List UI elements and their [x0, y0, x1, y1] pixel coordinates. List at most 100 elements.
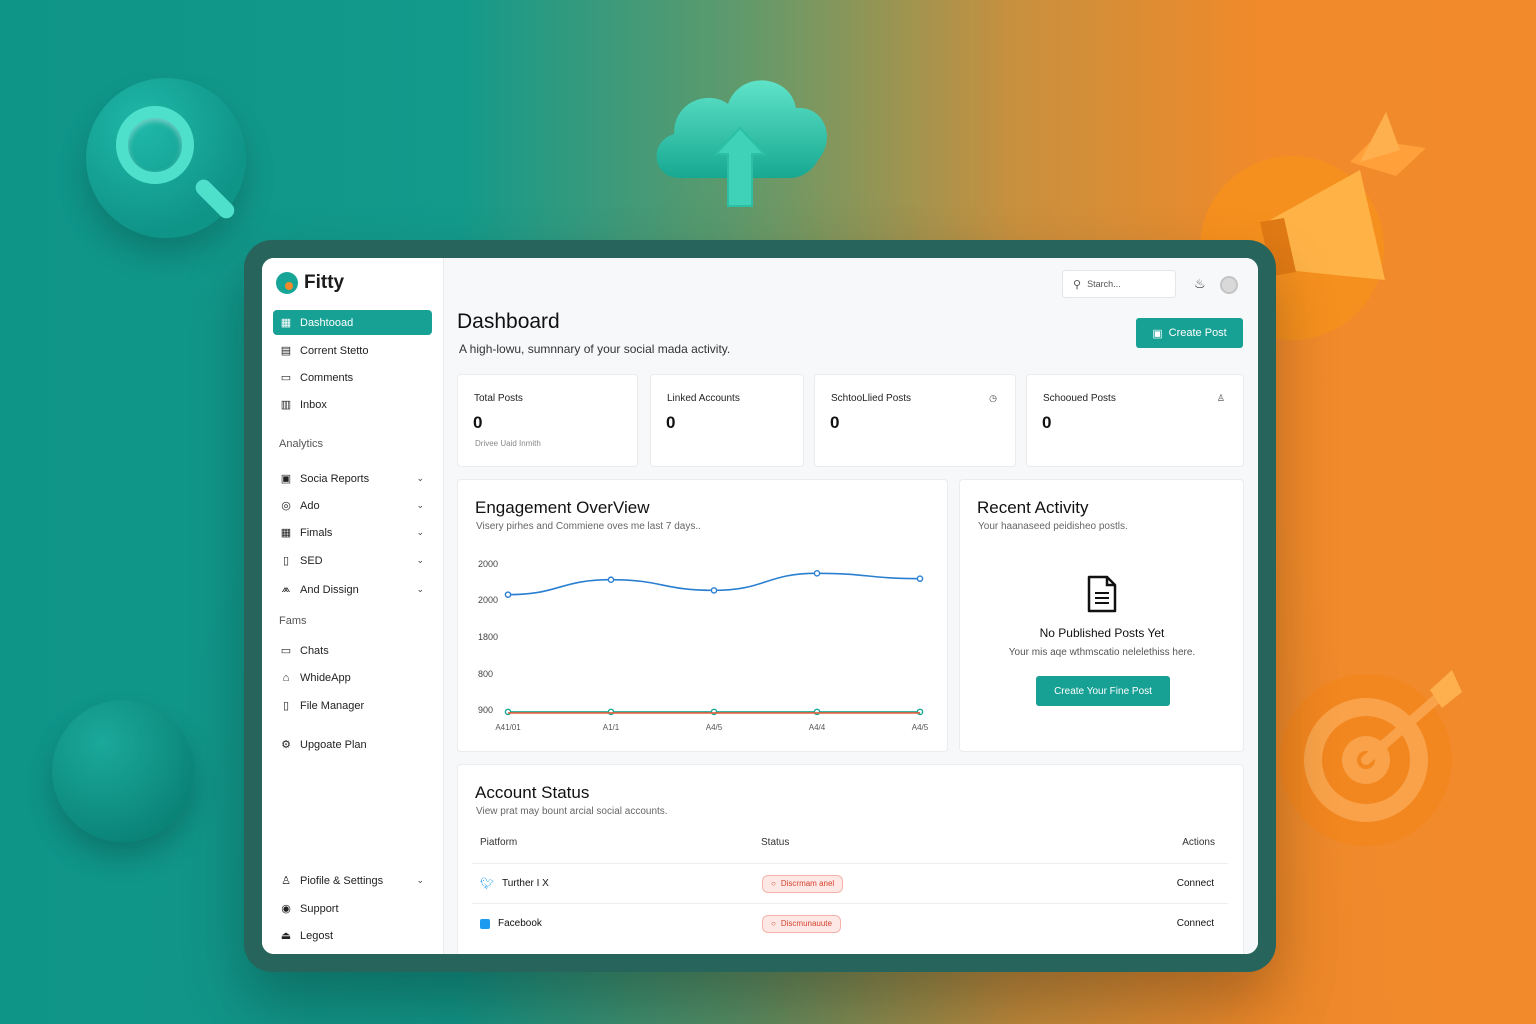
sidebar-item-inbox[interactable]: ▥ Inbox [273, 392, 432, 417]
table-row: Facebook ○ Discmunauute Connect [472, 903, 1228, 943]
avatar[interactable] [1220, 276, 1238, 294]
dashboard-icon: ▦ [280, 317, 292, 329]
data-point[interactable] [607, 576, 615, 584]
file-icon: ▯ [282, 700, 290, 712]
x-tick-label: A4/5 [706, 723, 723, 732]
sidebar-item-profile-settings[interactable]: ♙ Piofile & Settings ⌄ [273, 868, 432, 893]
data-point[interactable] [916, 575, 924, 582]
page-title: Dashboard [457, 310, 560, 333]
sidebar-item-logout[interactable]: ⏏ Legost [273, 923, 432, 948]
sidebar-item-comments[interactable]: ▭ Comments [273, 365, 432, 390]
sidebar-item-label: File Manager [300, 699, 365, 712]
create-post-button[interactable]: ▣ Create Post [1136, 318, 1243, 348]
sidebar-item-label: Socia Reports [300, 472, 370, 485]
search-decoration-icon [86, 78, 246, 238]
stat-card-scheduled-posts: SchtooLlied Posts ◷ 0 [814, 374, 1016, 467]
sidebar-item-label: Fimals [300, 526, 333, 539]
empty-state-title: No Published Posts Yet [1039, 626, 1165, 640]
sidebar-item-fimals[interactable]: ▦ Fimals ⌄ [273, 520, 432, 545]
data-point[interactable] [710, 587, 718, 594]
empty-state-subtitle: Your mis aqe wthmscatio nelelethiss here… [1008, 647, 1196, 658]
design-icon: ⩕ [281, 583, 291, 595]
fams-section-label: Fams [279, 615, 307, 627]
stat-value: 0 [1042, 413, 1052, 432]
connect-link[interactable]: Connect [1177, 878, 1214, 889]
sidebar-item-label: Legost [300, 929, 334, 942]
sidebar-item-content[interactable]: ▤ Corrent Stetto [273, 338, 432, 363]
search-icon: ⚲ [1073, 278, 1082, 291]
sidebar-item-design[interactable]: ⩕ And Dissign ⌄ [273, 577, 432, 602]
sidebar: Fitty ▦ Dashtooad ▤ Corrent Stetto ▭ Com… [262, 258, 444, 954]
column-header-status[interactable]: Status [761, 837, 789, 848]
clock-icon: ◷ [989, 393, 997, 403]
stat-card-linked-accounts: Linked Accounts 0 [650, 374, 804, 467]
sidebar-item-whideapp[interactable]: ⌂ WhideApp [273, 665, 432, 690]
x-tick-label: A1/1 [603, 723, 620, 732]
circle-decoration [52, 700, 194, 842]
report-icon: ▣ [280, 473, 292, 485]
app-icon: ⌂ [282, 671, 290, 684]
logout-icon: ⏏ [280, 930, 292, 942]
sidebar-item-social-reports[interactable]: ▣ Socia Reports ⌄ [273, 466, 432, 491]
x-tick-label: A4/4 [809, 723, 826, 732]
logo[interactable]: Fitty [276, 272, 344, 294]
connect-link[interactable]: Connect [1177, 918, 1214, 929]
sidebar-item-label: Dashtooad [300, 316, 354, 329]
sidebar-item-ads[interactable]: ◎ Ado ⌄ [273, 493, 432, 518]
sidebar-item-support[interactable]: ◉ Support [273, 896, 432, 921]
app-name: Fitty [304, 272, 345, 293]
sidebar-item-label: And Dissign [300, 583, 359, 596]
sidebar-item-file-manager[interactable]: ▯ File Manager [273, 693, 432, 718]
notification-icon[interactable]: ♨ [1194, 276, 1206, 292]
data-point[interactable] [504, 591, 512, 598]
x-tick-label: A41/01 [495, 723, 521, 732]
user-icon: ♙ [1216, 393, 1225, 403]
create-post-label: Create Post [1168, 327, 1227, 339]
sidebar-item-chats[interactable]: ▭ Chats [273, 638, 432, 663]
chevron-down-icon: ⌄ [416, 527, 424, 537]
content-icon: ▤ [280, 345, 292, 357]
sidebar-item-label: Ado [300, 499, 320, 512]
stat-card-total-posts: Total Posts 0 Drivee Uaid Inmith [457, 374, 638, 467]
status-text: Discrmam anel [780, 879, 835, 888]
upgrade-icon: ⚙ [281, 739, 291, 751]
sidebar-item-label: Corrent Stetto [300, 344, 369, 357]
page-subtitle: A high-lowu, sumnnary of your social mad… [459, 342, 731, 356]
analytics-section-label: Analytics [279, 438, 324, 450]
column-header-actions[interactable]: Actions [1182, 837, 1215, 848]
chevron-down-icon: ⌄ [416, 555, 424, 565]
chevron-down-icon: ⌄ [416, 875, 424, 885]
engagement-chart: 2000 2000 1800 800 900A41/01 A1/1 A4/5 A4/4 A4/5 [478, 559, 929, 732]
stat-value: 0 [473, 413, 483, 432]
column-header-platform[interactable]: Piatform [480, 837, 517, 848]
sidebar-item-upgrade[interactable]: ⚙ Upgoate Plan [273, 732, 432, 757]
ads-icon: ◎ [281, 500, 291, 512]
sidebar-item-sed[interactable]: ▯ SED ⌄ [273, 548, 432, 573]
create-first-post-button[interactable]: Create Your Fine Post [1036, 676, 1170, 706]
platform-name: Facebook [498, 918, 542, 929]
sidebar-item-dashboard[interactable]: ▦ Dashtooad [273, 310, 432, 335]
search-input[interactable]: ⚲ Starch... [1062, 270, 1176, 298]
platform-cell: Facebook [480, 918, 542, 929]
facebook-icon [480, 918, 490, 929]
account-status-subtitle: View prat may bount arcial social accoun… [476, 806, 668, 817]
table-row: 🐦︎ Turther I X ○ Discrmam anel Connect [472, 863, 1228, 903]
y-tick-label: 2000 [478, 559, 498, 569]
sidebar-item-label: WhideApp [300, 671, 351, 684]
sidebar-item-label: SED [300, 554, 323, 567]
stat-card-scheduled-posts-2: Schooued Posts ♙ 0 [1026, 374, 1244, 467]
sidebar-item-label: Comments [300, 371, 354, 384]
status-text: Discmunauute [780, 919, 832, 928]
engagement-card: Engagement OverView Visery pirhes and Co… [457, 479, 948, 752]
cloud-upload-icon [656, 80, 827, 207]
x-tick-label: A4/5 [912, 723, 929, 732]
stat-label: Schooued Posts [1043, 393, 1116, 404]
document-icon [1087, 575, 1117, 613]
search-placeholder: Starch... [1087, 279, 1121, 289]
sidebar-item-label: Upgoate Plan [300, 738, 367, 751]
chat-icon: ▭ [280, 645, 292, 657]
chevron-down-icon: ⌄ [416, 584, 424, 594]
twitter-icon: 🐦︎ [480, 878, 494, 890]
data-point[interactable] [813, 570, 821, 577]
status-badge: ○ Discmunauute [762, 914, 841, 933]
